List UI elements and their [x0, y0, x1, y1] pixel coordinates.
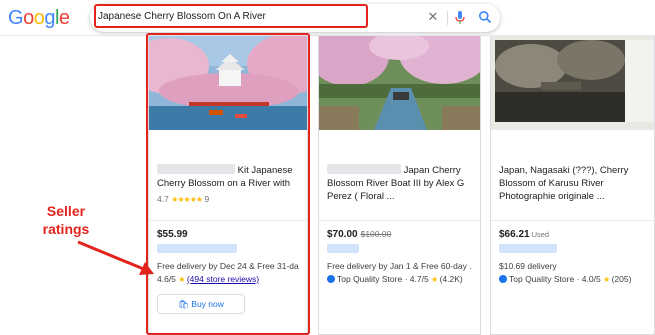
- annotation-arrow: [77, 240, 154, 275]
- shopping-results-page: Google Japanese Cherry Blossom On A Rive…: [0, 0, 655, 335]
